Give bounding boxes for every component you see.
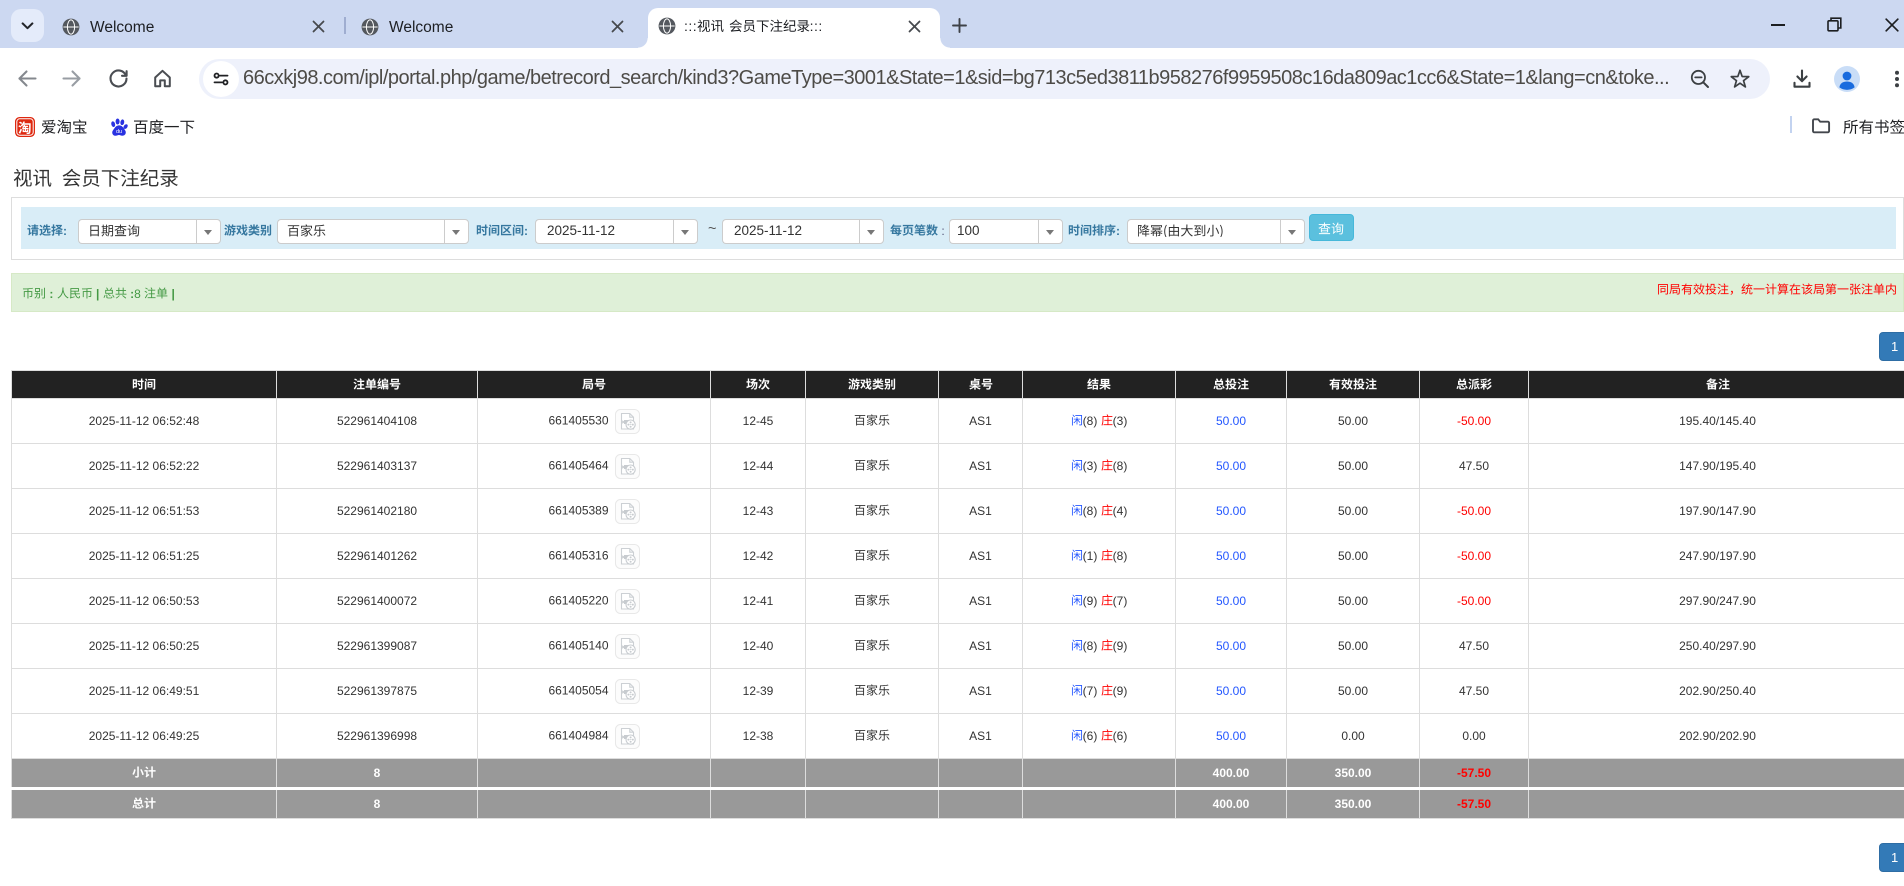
svg-text:du: du: [116, 129, 122, 135]
